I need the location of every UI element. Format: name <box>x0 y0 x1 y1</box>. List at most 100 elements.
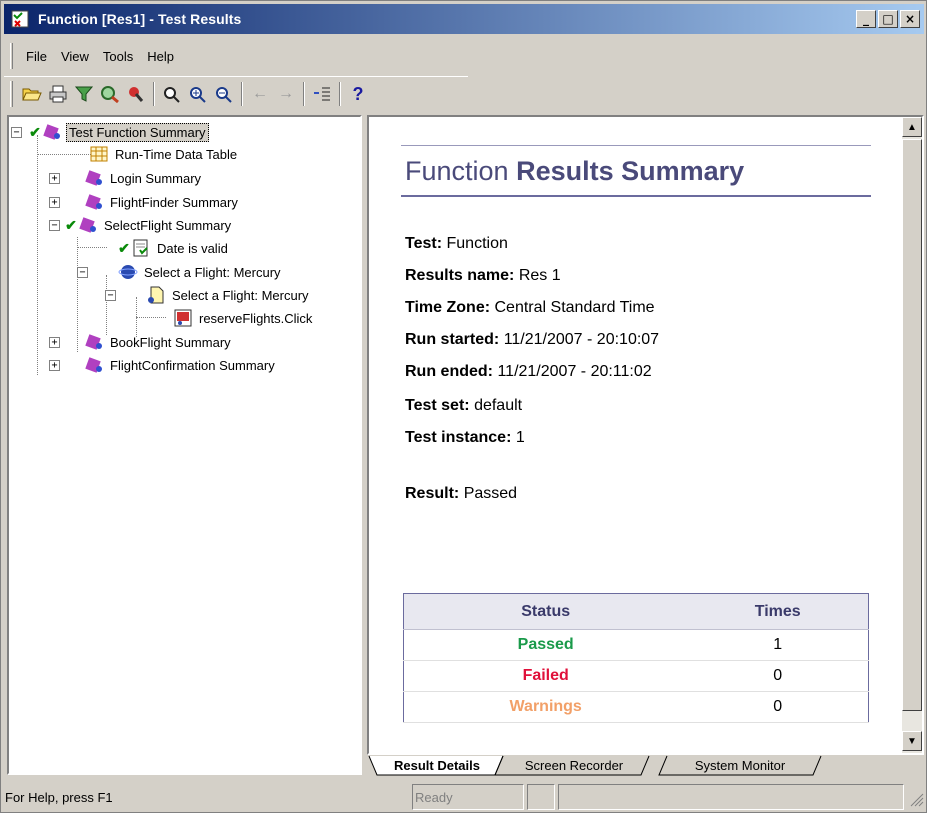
tree-label-date-valid: Date is valid <box>157 240 228 256</box>
status-warnings-label: Warnings <box>403 691 688 723</box>
collapse-icon[interactable]: − <box>77 266 88 278</box>
menu-bar: File View Tools Help <box>4 39 924 73</box>
scroll-down-button[interactable]: ▼ <box>902 731 922 751</box>
tree-item-flightfinder[interactable]: + FlightFinder Summary <box>49 191 240 213</box>
action-icon <box>84 356 104 374</box>
status-failed-label: Failed <box>403 660 688 692</box>
info-test-instance: Test instance: 1 <box>405 429 525 447</box>
info-run-ended-value: 11/21/2007 - 20:11:02 <box>497 363 652 380</box>
toolbar: ← → ? <box>4 76 468 110</box>
quality-center-icon[interactable] <box>123 81 149 107</box>
test-summary-icon <box>42 123 62 141</box>
tree-item-runtime-table[interactable]: Run-Time Data Table <box>89 143 239 165</box>
summary-title-plain: Function <box>405 156 509 186</box>
info-result-value: Passed <box>463 485 518 502</box>
tree-item-select-flight-page[interactable]: − Select a Flight: Mercury <box>105 284 311 306</box>
toolbar-grip[interactable] <box>10 80 13 107</box>
window-title: Function [Res1] - Test Results <box>38 11 242 27</box>
resize-grip-icon[interactable] <box>908 791 924 807</box>
tree-item-flightconfirmation[interactable]: + FlightConfirmation Summary <box>49 354 277 376</box>
passed-check-icon: ✔ <box>118 239 130 256</box>
info-run-started: Run started: 11/21/2007 - 20:10:07 <box>405 331 659 349</box>
scrollbar-thumb[interactable] <box>902 139 922 711</box>
info-time-zone: Time Zone: Central Standard Time <box>405 299 655 317</box>
minimize-button[interactable]: _ <box>856 10 876 28</box>
info-test-set-value: default <box>474 397 523 414</box>
checkpoint-icon <box>131 239 151 257</box>
table-row: Passed 1 <box>403 629 869 661</box>
data-table-icon <box>89 145 109 163</box>
print-icon[interactable] <box>45 81 71 107</box>
tree-item-root[interactable]: − ✔ Test Function Summary <box>11 121 209 143</box>
menu-view[interactable]: View <box>54 45 96 68</box>
collapse-icon[interactable]: − <box>11 126 22 138</box>
menu-help[interactable]: Help <box>140 45 181 68</box>
table-row: Warnings 0 <box>403 691 869 723</box>
tree-item-bookflight[interactable]: + BookFlight Summary <box>49 331 233 353</box>
scroll-down-icon: ▼ <box>907 735 917 747</box>
info-result-label: Result: <box>405 485 460 502</box>
tab-result-details[interactable]: Result Details <box>375 755 499 775</box>
open-folder-icon[interactable] <box>19 81 45 107</box>
menu-tools[interactable]: Tools <box>96 45 140 68</box>
action-icon <box>84 333 104 351</box>
tree-item-login[interactable]: + Login Summary <box>49 167 203 189</box>
expand-icon[interactable]: + <box>49 172 60 184</box>
expand-icon[interactable]: + <box>49 359 60 371</box>
scroll-up-button[interactable]: ▲ <box>902 117 922 137</box>
zoom-out-icon[interactable] <box>211 81 237 107</box>
maximize-button[interactable]: □ <box>878 10 898 28</box>
close-button[interactable]: × <box>900 10 920 28</box>
toolbar-separator <box>339 81 341 106</box>
info-test-value: Function <box>446 235 508 252</box>
tree-item-date-valid[interactable]: ✔ Date is valid <box>117 237 230 259</box>
test-results-window: Function [Res1] - Test Results _ □ × Fil… <box>0 0 927 813</box>
expand-icon[interactable]: + <box>49 336 60 348</box>
find-icon[interactable] <box>97 81 123 107</box>
info-test-set-label: Test set: <box>405 397 470 414</box>
tab-system-monitor[interactable]: System Monitor <box>663 755 817 775</box>
vertical-scrollbar[interactable]: ▲ ▼ <box>902 117 922 753</box>
tree-item-selectflight[interactable]: − ✔ SelectFlight Summary <box>49 214 233 236</box>
tree-label-selectflight: SelectFlight Summary <box>104 217 232 233</box>
collapse-icon[interactable]: − <box>105 289 116 301</box>
test-results-app-icon <box>10 9 30 29</box>
menubar-grip[interactable] <box>10 43 13 69</box>
info-test-label: Test: <box>405 235 443 252</box>
action-icon <box>84 193 104 211</box>
tree-label-login: Login Summary <box>110 170 202 186</box>
tree-item-reserve-click[interactable]: reserveFlights.Click <box>173 307 314 329</box>
zoom-preview-icon[interactable] <box>159 81 185 107</box>
zoom-in-icon[interactable] <box>185 81 211 107</box>
collapse-icon[interactable]: − <box>49 219 60 231</box>
toolbar-separator <box>153 81 155 106</box>
filter-icon[interactable] <box>71 81 97 107</box>
status-ready: Ready <box>412 784 524 810</box>
tree-connector <box>77 247 107 248</box>
back-arrow-icon[interactable]: ← <box>247 81 273 107</box>
close-icon: × <box>904 12 916 26</box>
tab-screen-recorder[interactable]: Screen Recorder <box>503 755 645 775</box>
menu-file[interactable]: File <box>19 45 54 68</box>
info-results-name: Results name: Res 1 <box>405 267 561 285</box>
tree-item-select-flight-action[interactable]: − Select a Flight: Mercury <box>77 261 283 283</box>
expand-all-icon[interactable] <box>309 81 335 107</box>
results-tree[interactable]: − ✔ Test Function Summary Run-Time Data … <box>7 115 362 775</box>
info-time-zone-label: Time Zone: <box>405 299 491 316</box>
status-table-header: Status Times <box>403 593 869 630</box>
help-icon[interactable]: ? <box>345 81 371 107</box>
tree-connector <box>136 317 166 318</box>
web-button-icon <box>173 309 193 327</box>
info-results-name-label: Results name: <box>405 267 515 284</box>
status-passed-label: Passed <box>403 629 688 661</box>
pane-tabs: Result Details Screen Recorder System Mo… <box>367 755 924 777</box>
summary-title: Function Results Summary <box>401 145 871 197</box>
tree-label-flightfinder: FlightFinder Summary <box>110 194 238 210</box>
tree-connector <box>37 135 38 375</box>
expand-icon[interactable]: + <box>49 196 60 208</box>
title-bar[interactable]: Function [Res1] - Test Results _ □ × <box>4 4 924 34</box>
action-icon <box>78 216 98 234</box>
status-panel-wide <box>558 784 904 810</box>
info-run-started-value: 11/21/2007 - 20:10:07 <box>503 331 660 348</box>
forward-arrow-icon[interactable]: → <box>273 81 299 107</box>
